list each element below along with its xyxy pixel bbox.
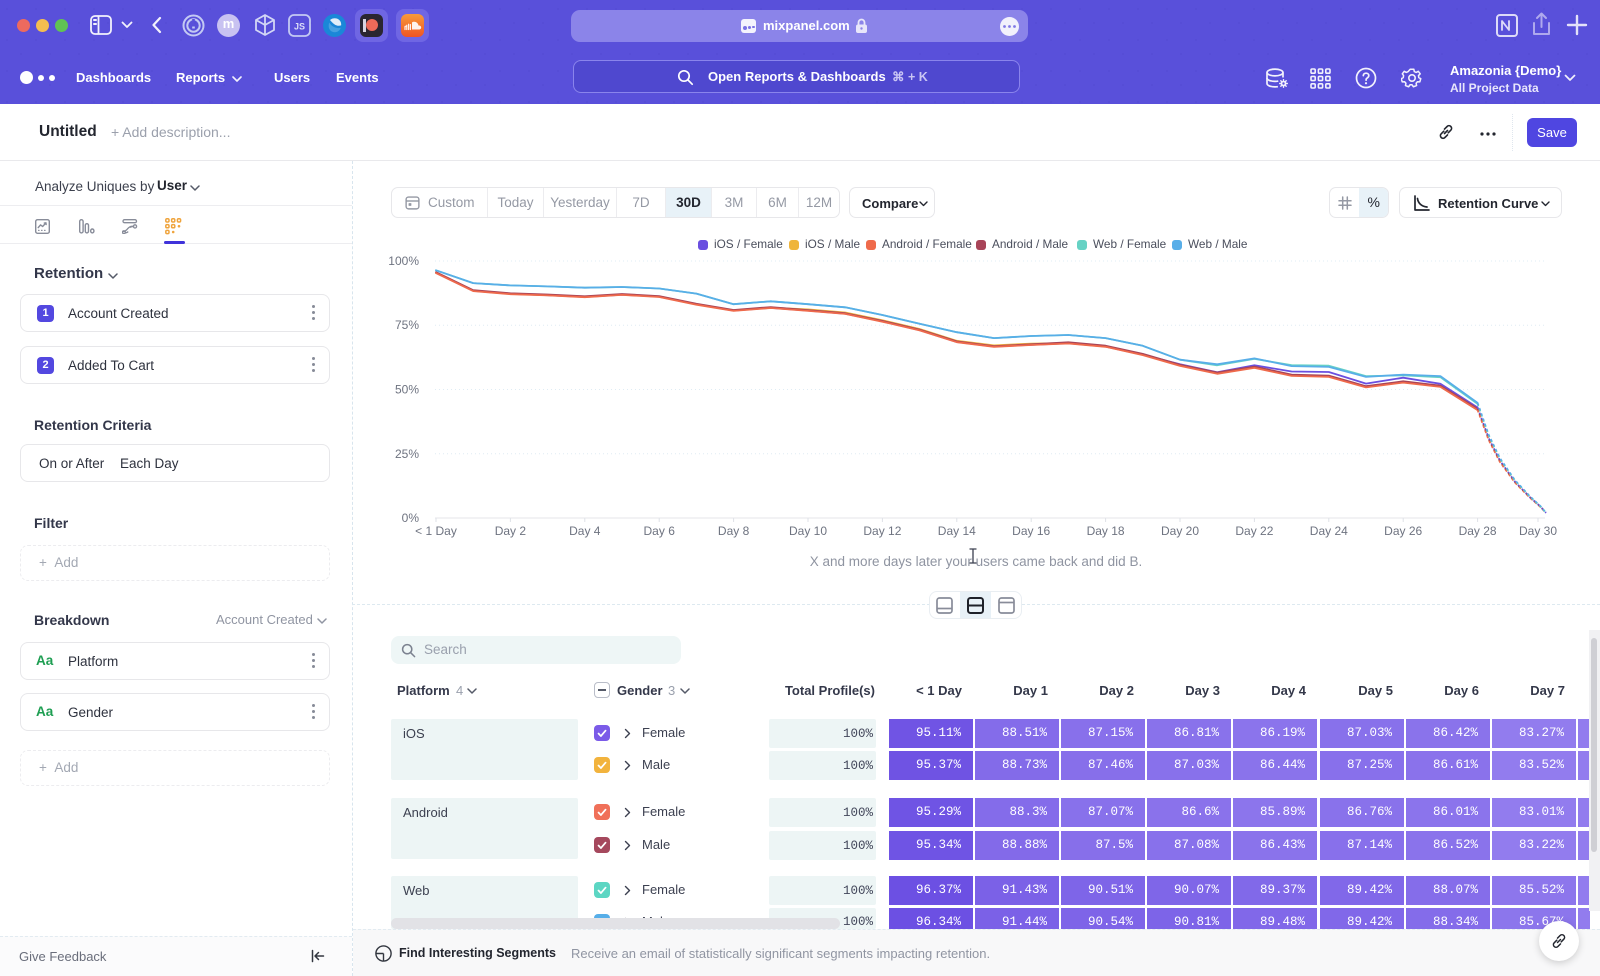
svg-text:Day 20: Day 20 xyxy=(1161,524,1199,538)
svg-text:Day 24: Day 24 xyxy=(1310,524,1348,538)
svg-text:Day 26: Day 26 xyxy=(1384,524,1422,538)
svg-text:Day 2: Day 2 xyxy=(495,524,527,538)
svg-text:75%: 75% xyxy=(395,318,419,332)
svg-text:< 1 Day: < 1 Day xyxy=(415,524,457,538)
svg-text:100%: 100% xyxy=(388,254,419,268)
svg-text:Day 28: Day 28 xyxy=(1459,524,1497,538)
svg-text:50%: 50% xyxy=(395,383,419,397)
svg-text:Day 16: Day 16 xyxy=(1012,524,1050,538)
svg-text:Day 22: Day 22 xyxy=(1235,524,1273,538)
svg-text:Day 10: Day 10 xyxy=(789,524,827,538)
svg-text:Day 4: Day 4 xyxy=(569,524,601,538)
svg-text:Day 30: Day 30 xyxy=(1519,524,1557,538)
svg-text:JS: JS xyxy=(294,22,305,32)
svg-text:Day 14: Day 14 xyxy=(938,524,976,538)
svg-text:0%: 0% xyxy=(402,511,420,525)
svg-text:Day 6: Day 6 xyxy=(644,524,676,538)
svg-text:25%: 25% xyxy=(395,447,419,461)
svg-text:Day 8: Day 8 xyxy=(718,524,750,538)
svg-text:Day 18: Day 18 xyxy=(1087,524,1125,538)
svg-text:Day 12: Day 12 xyxy=(863,524,901,538)
